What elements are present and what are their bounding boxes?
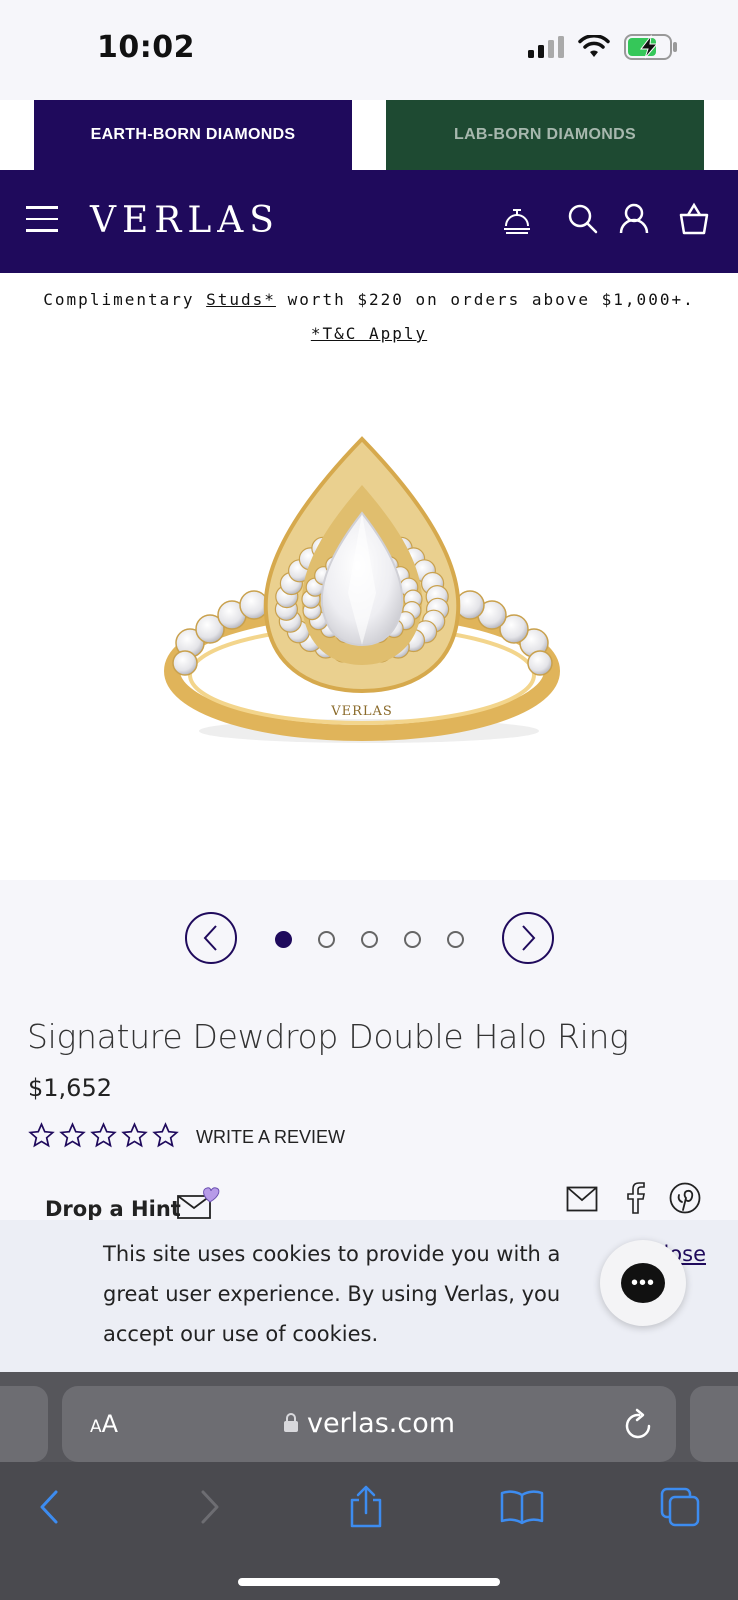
browser-toolbar	[0, 1482, 738, 1542]
share-icon	[350, 1485, 382, 1528]
carousel-dot-3[interactable]	[361, 931, 378, 948]
browser-back-button[interactable]	[24, 1482, 74, 1532]
write-review-link[interactable]: WRITE A REVIEW	[196, 1127, 345, 1148]
hint-envelope-heart-icon[interactable]	[176, 1186, 222, 1220]
cellular-signal-icon	[528, 36, 564, 58]
previous-tab-preview[interactable]	[0, 1386, 48, 1462]
status-icons	[528, 34, 678, 60]
account-icon[interactable]	[617, 202, 651, 236]
terms-link[interactable]: *T&C Apply	[311, 324, 427, 343]
battery-charging-icon	[624, 34, 677, 60]
chevron-left-icon	[203, 925, 217, 951]
browser-share-button[interactable]	[341, 1482, 391, 1532]
site-header: VERLAS	[0, 170, 738, 273]
email-share-icon[interactable]	[566, 1186, 598, 1212]
address-bar[interactable]: AAAA verlas.com	[62, 1386, 676, 1462]
browser-forward-button[interactable]	[185, 1482, 235, 1532]
carousel-dot-2[interactable]	[318, 931, 335, 948]
drop-a-hint-button[interactable]: Drop a Hint	[45, 1197, 181, 1221]
product-price: $1,652	[28, 1074, 112, 1102]
ring-engraving: VERLAS	[330, 704, 393, 719]
url-display[interactable]: verlas.com	[62, 1408, 676, 1439]
browser-tabs-button[interactable]	[655, 1482, 705, 1532]
star-icon	[121, 1122, 148, 1148]
reload-icon[interactable]	[624, 1408, 654, 1440]
browser-bookmarks-button[interactable]	[497, 1482, 547, 1532]
chat-button[interactable]: •••	[600, 1240, 686, 1326]
star-icon	[59, 1122, 86, 1148]
url-text: verlas.com	[306, 1408, 456, 1439]
star-icon	[90, 1122, 117, 1148]
book-icon	[500, 1490, 544, 1525]
carousel-dot-5[interactable]	[447, 931, 464, 948]
search-icon[interactable]	[566, 202, 600, 236]
promo-suffix: worth $220 on orders above $1,000+.	[275, 290, 695, 309]
chevron-right-icon	[522, 925, 536, 951]
previous-image-button[interactable]	[185, 912, 237, 964]
diamond-type-tabs: EARTH-BORN DIAMONDS LAB-BORN DIAMONDS	[0, 100, 738, 170]
promo-prefix: Complimentary	[43, 290, 207, 309]
shopping-bag-icon[interactable]	[677, 202, 711, 236]
product-image[interactable]: VERLAS	[0, 353, 738, 880]
pinterest-share-icon[interactable]	[669, 1182, 701, 1214]
image-carousel-controls	[0, 912, 738, 968]
status-bar: 10:02	[0, 0, 738, 100]
promo-text: Complimentary Studs* worth $220 on order…	[0, 290, 738, 309]
tab-earth-born-diamonds[interactable]: EARTH-BORN DIAMONDS	[34, 100, 352, 170]
carousel-dot-1[interactable]	[275, 931, 292, 948]
wifi-icon	[578, 35, 610, 57]
next-image-button[interactable]	[502, 912, 554, 964]
browser-address-area: AAAA verlas.com	[0, 1372, 738, 1462]
tabs-icon	[660, 1487, 700, 1527]
browser-chrome: AAAA verlas.com	[0, 1372, 738, 1600]
verlas-logo[interactable]: VERLAS	[90, 200, 280, 241]
chevron-right-icon	[201, 1490, 219, 1524]
star-icon	[28, 1122, 55, 1148]
lock-icon	[283, 1413, 298, 1432]
promo-banner: Complimentary Studs* worth $220 on order…	[0, 273, 738, 353]
chevron-left-icon	[40, 1490, 58, 1524]
chat-bubble-icon: •••	[621, 1263, 665, 1303]
ring-image: VERLAS	[164, 436, 560, 743]
studs-link[interactable]: Studs*	[206, 290, 276, 309]
cookie-banner: This site uses cookies to provide you wi…	[0, 1220, 738, 1372]
concierge-bell-icon[interactable]	[500, 202, 534, 236]
carousel-dot-4[interactable]	[404, 931, 421, 948]
home-indicator	[238, 1578, 500, 1586]
facebook-share-icon[interactable]	[624, 1182, 646, 1214]
cookie-message: This site uses cookies to provide you wi…	[103, 1242, 561, 1346]
status-time: 10:02	[97, 30, 195, 65]
product-title: Signature Dewdrop Double Halo Ring	[27, 1017, 629, 1056]
tab-lab-born-diamonds[interactable]: LAB-BORN DIAMONDS	[386, 100, 704, 170]
share-row: Drop a Hint	[0, 1182, 738, 1221]
rating-stars	[28, 1122, 179, 1149]
star-icon	[152, 1122, 179, 1148]
next-tab-preview[interactable]	[690, 1386, 738, 1462]
menu-icon[interactable]	[26, 206, 58, 234]
